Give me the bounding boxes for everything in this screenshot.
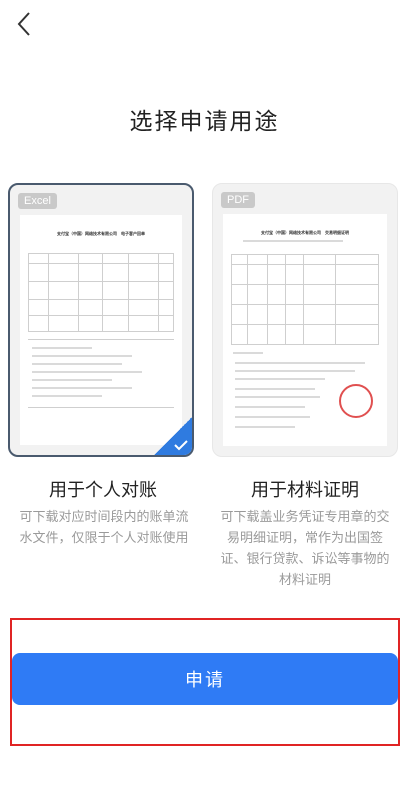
pdf-format-badge: PDF [221,192,255,208]
excel-preview-title: 支付宝（中国）网络技术有限公司 电子客户回单 [57,231,145,236]
option-card-material-proof[interactable]: PDF 支付宝（中国）网络技术有限公司 交易明细证明 [212,183,398,457]
pdf-preview: 支付宝（中国）网络技术有限公司 交易明细证明 [223,214,387,446]
chevron-left-icon [17,12,30,36]
option-title-material-proof: 用于材料证明 [251,480,359,501]
selected-check-badge [154,417,192,455]
checkmark-icon [174,440,188,451]
excel-format-badge: Excel [18,193,57,209]
option-description-personal-reconciliation: 可下载对应时间段内的账单流水文件，仅限于个人对账使用 [19,510,189,546]
option-description-material-proof: 可下载盖业务凭证专用章的交易明细证明，常作为出国签证、银行贷款、诉讼等事物的材料… [220,510,390,588]
excel-preview: 支付宝（中国）网络技术有限公司 电子客户回单 [20,215,182,445]
page-title: 选择申请用途 [129,109,280,135]
option-card-personal-reconciliation[interactable]: Excel 支付宝（中国）网络技术有限公司 电子客户回单 [8,183,194,457]
official-seal-stamp [339,384,373,418]
pdf-preview-title: 支付宝（中国）网络技术有限公司 交易明细证明 [261,230,349,235]
option-title-personal-reconciliation: 用于个人对账 [49,480,157,501]
apply-button[interactable]: 申请 [12,653,398,705]
back-button[interactable] [6,6,42,42]
